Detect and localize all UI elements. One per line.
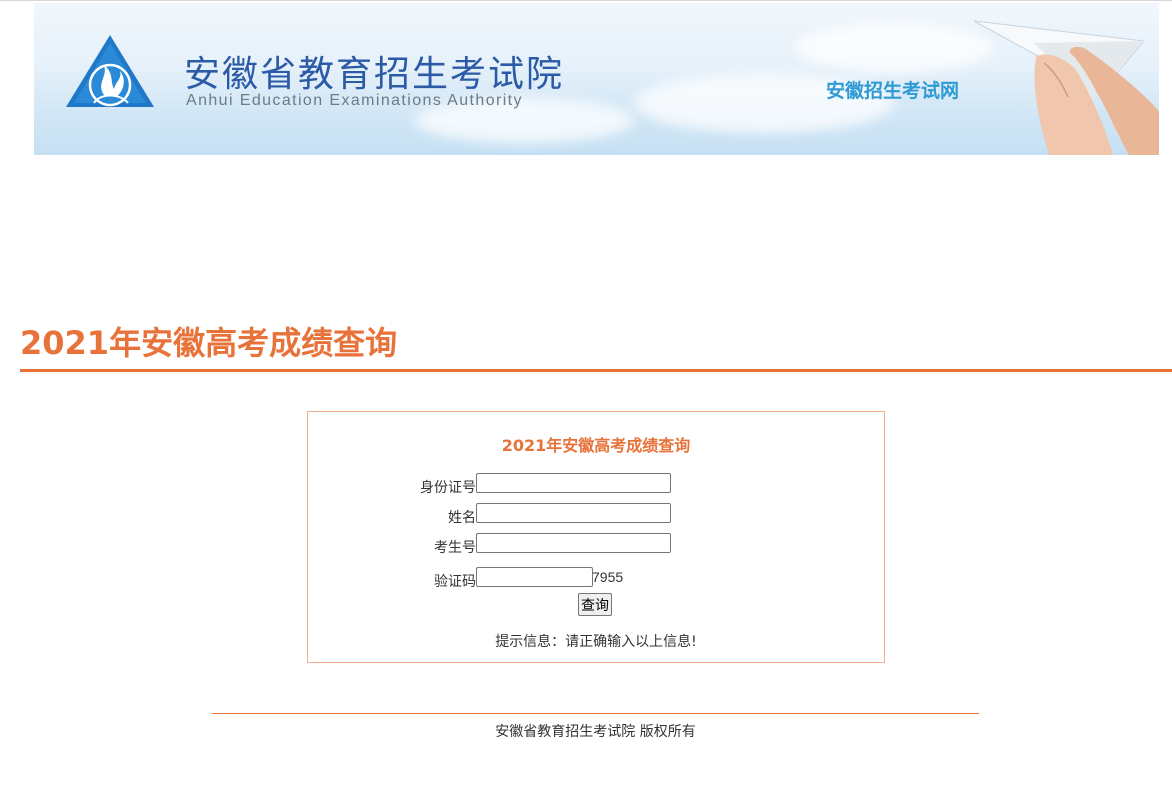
org-name-cn: 安徽省教育招生考试院 [184,54,565,95]
cloud-decoration [794,23,994,73]
site-name: 安徽招生考试网 [826,80,960,102]
name-row: 姓名 [308,503,884,527]
form-title: 2021年安徽高考成绩查询 [501,436,691,455]
title-divider [20,369,1172,372]
name-label: 姓名 [448,510,476,526]
triangle-flame-logo-icon [64,33,156,113]
hint-message: 提示信息：请正确输入以上信息! [495,634,697,650]
captcha-row: 验证码 7955 [308,567,884,591]
score-query-form: 2021年安徽高考成绩查询 身份证号 姓名 考生号 验证码 7955 查询 提示… [307,411,885,663]
id-number-row: 身份证号 [308,473,884,497]
captcha-code[interactable]: 7955 [592,569,623,585]
header-banner: 安徽省教育招生考试院 Anhui Education Examinations … [34,3,1159,155]
id-number-label: 身份证号 [420,480,476,496]
org-name-en: Anhui Education Examinations Authority [186,92,523,109]
top-divider [0,0,1172,1]
page-title: 2021年安徽高考成绩查询 [20,324,398,362]
exam-number-label: 考生号 [434,540,476,556]
captcha-input[interactable] [476,567,593,587]
exam-number-row: 考生号 [308,533,884,557]
captcha-label: 验证码 [434,574,476,590]
query-button[interactable]: 查询 [578,593,612,616]
id-number-input[interactable] [476,473,671,493]
exam-number-input[interactable] [476,533,671,553]
footer-divider [212,713,979,714]
paper-plane-hands-icon [973,13,1159,155]
name-input[interactable] [476,503,671,523]
footer-copyright: 安徽省教育招生考试院 版权所有 [495,724,696,740]
